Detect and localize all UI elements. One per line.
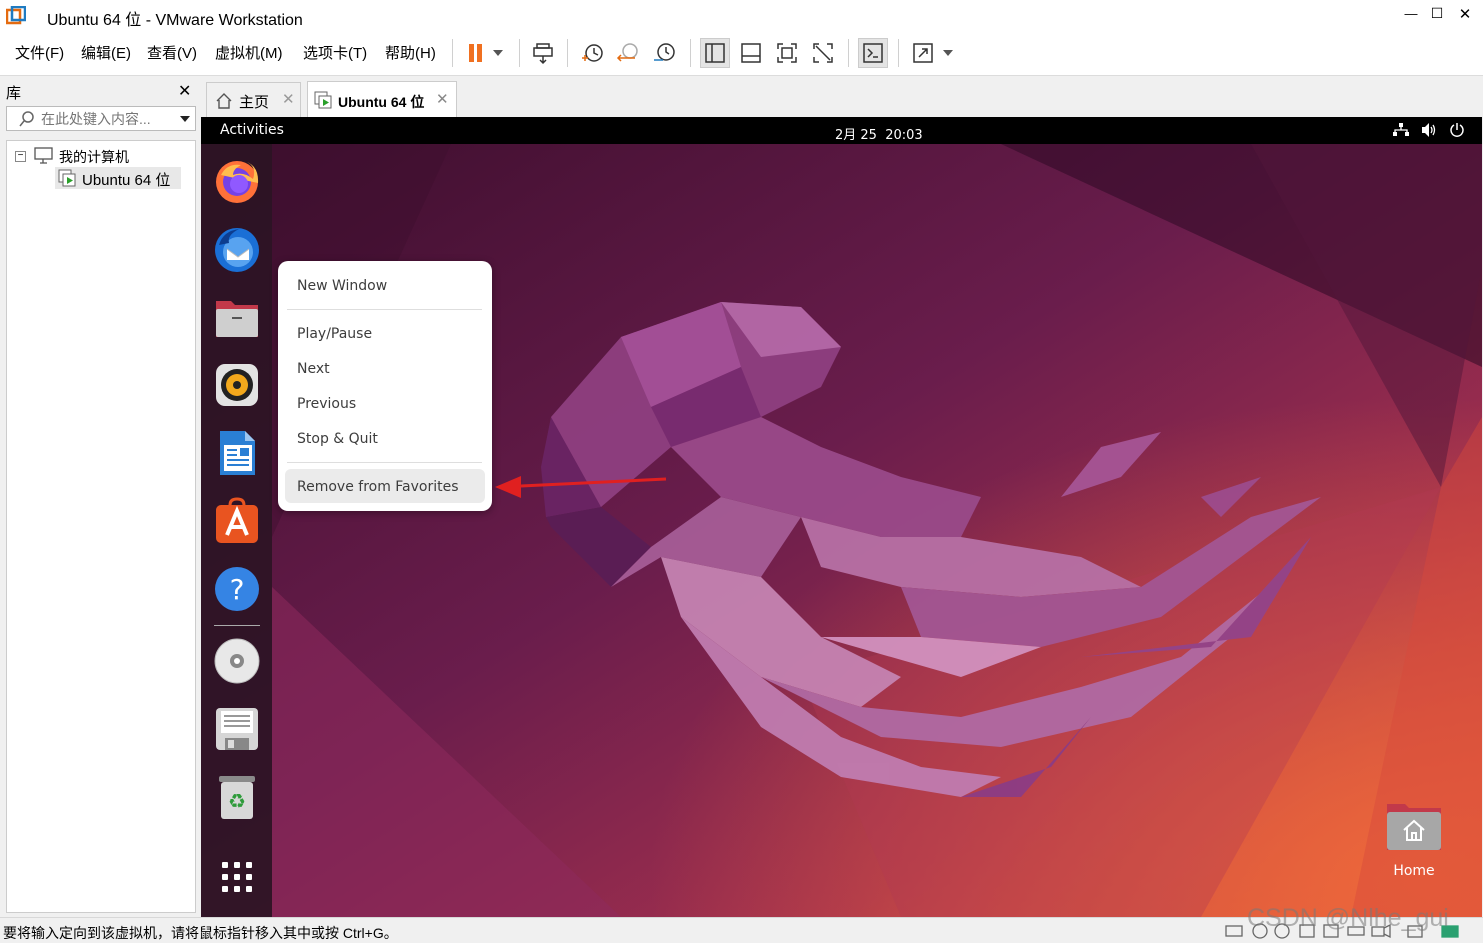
app-grid-icon[interactable] [213, 853, 261, 901]
library-toggle-icon[interactable] [700, 38, 730, 68]
search-input[interactable] [41, 110, 167, 128]
menu-separator [287, 462, 482, 463]
writer-icon[interactable] [213, 429, 261, 477]
help-icon[interactable]: ? [213, 565, 261, 613]
menu-file[interactable]: 文件(F) [15, 42, 64, 63]
clock[interactable]: 2月 25 20:03 [835, 124, 923, 143]
menu-separator [287, 309, 482, 310]
dvd-icon[interactable] [213, 637, 261, 685]
status-bar: 要将输入定向到该虚拟机，请将鼠标指针移入其中或按 Ctrl+G。 CSDN @N… [0, 904, 1483, 943]
snapshot-icon[interactable] [577, 38, 607, 68]
menu-next[interactable]: Next [297, 361, 330, 377]
stretch-icon[interactable] [908, 38, 938, 68]
window-titlebar: Ubuntu 64 位 - VMware Workstation — ☐ ✕ [0, 0, 1483, 31]
pause-icon[interactable] [460, 38, 490, 68]
device-icons[interactable] [1224, 923, 1479, 940]
send-keys-icon[interactable] [528, 38, 558, 68]
files-icon[interactable] [213, 293, 261, 341]
menu-previous[interactable]: Previous [297, 396, 356, 412]
tab-home[interactable]: 主页 ✕ [206, 82, 301, 117]
close-icon[interactable]: ✕ [436, 90, 449, 108]
menu-new-window[interactable]: New Window [297, 278, 387, 294]
search-icon [19, 111, 34, 127]
snapshot-manager-icon[interactable] [649, 38, 679, 68]
vm-console[interactable]: Activities 2月 25 20:03 ? ♻ Home New Wind… [201, 117, 1482, 917]
library-panel: 库 ✕ − 我的计算机 Ubuntu 64 位 [0, 76, 200, 917]
annotation-arrow [495, 476, 667, 498]
tree-root-label[interactable]: 我的计算机 [59, 147, 129, 167]
tab-ubuntu-label: Ubuntu 64 位 [338, 94, 425, 110]
window-title: Ubuntu 64 位 - VMware Workstation [47, 12, 303, 29]
library-close-icon[interactable]: ✕ [178, 81, 191, 101]
firefox-icon[interactable] [213, 157, 261, 205]
library-title: 库 [6, 85, 22, 102]
vm-running-icon [58, 169, 76, 187]
tab-home-label: 主页 [239, 94, 270, 111]
thumbnail-bar-icon[interactable] [736, 38, 766, 68]
network-icon[interactable] [1393, 123, 1409, 137]
context-menu: New Window Play/Pause Next Previous Stop… [278, 261, 492, 511]
chevron-down-icon[interactable] [488, 38, 508, 68]
vmware-logo-icon [5, 5, 27, 26]
menu-toolbar: 文件(F) 编辑(E) 查看(V) 虚拟机(M) 选项卡(T) 帮助(H) [0, 31, 1483, 76]
close-button[interactable]: ✕ [1450, 5, 1480, 23]
chevron-down-icon[interactable] [938, 38, 958, 68]
revert-snapshot-icon[interactable] [613, 38, 643, 68]
volume-icon[interactable] [1421, 122, 1437, 138]
chevron-down-icon[interactable] [180, 116, 190, 122]
tree-item-ubuntu[interactable]: Ubuntu 64 位 [55, 167, 181, 189]
power-icon[interactable] [1449, 122, 1465, 138]
tree-child-label: Ubuntu 64 位 [82, 172, 171, 189]
menu-help[interactable]: 帮助(H) [385, 42, 436, 63]
close-icon[interactable]: ✕ [282, 90, 295, 108]
trash-icon[interactable]: ♻ [213, 773, 261, 821]
home-folder-icon[interactable] [1385, 800, 1443, 852]
menu-tabs[interactable]: 选项卡(T) [303, 42, 367, 63]
unity-mode-icon[interactable] [808, 38, 838, 68]
collapse-icon[interactable]: − [15, 151, 26, 162]
library-tree: − 我的计算机 Ubuntu 64 位 [6, 140, 196, 913]
rhythmbox-icon[interactable] [213, 361, 261, 409]
home-folder-label: Home [1393, 863, 1435, 879]
menu-play-pause[interactable]: Play/Pause [297, 326, 372, 342]
floppy-icon[interactable] [213, 705, 261, 753]
maximize-button[interactable]: ☐ [1422, 5, 1452, 22]
console-view-icon[interactable] [858, 38, 888, 68]
menu-vm[interactable]: 虚拟机(M) [215, 42, 283, 63]
menu-remove-favorites[interactable]: Remove from Favorites [285, 469, 485, 503]
tab-ubuntu[interactable]: Ubuntu 64 位 ✕ [307, 81, 457, 118]
thunderbird-icon[interactable] [213, 225, 261, 273]
menu-edit[interactable]: 编辑(E) [81, 42, 131, 63]
menu-remove-favorites-label: Remove from Favorites [297, 479, 459, 495]
ubuntu-wallpaper [201, 117, 1482, 917]
library-search[interactable] [6, 106, 196, 131]
fullscreen-icon[interactable] [772, 38, 802, 68]
home-icon [216, 93, 232, 109]
menu-view[interactable]: 查看(V) [147, 42, 197, 63]
activities-button[interactable]: Activities [220, 122, 284, 138]
svg-text:?: ? [230, 573, 245, 606]
svg-text:♻: ♻ [228, 789, 246, 813]
software-icon[interactable] [213, 497, 261, 545]
tab-bar: 主页 ✕ Ubuntu 64 位 ✕ [201, 76, 1483, 118]
menu-stop-quit[interactable]: Stop & Quit [297, 431, 378, 447]
computer-icon [34, 147, 53, 164]
status-text: 要将输入定向到该虚拟机，请将鼠标指针移入其中或按 Ctrl+G。 [3, 925, 398, 941]
vm-icon [314, 91, 332, 109]
